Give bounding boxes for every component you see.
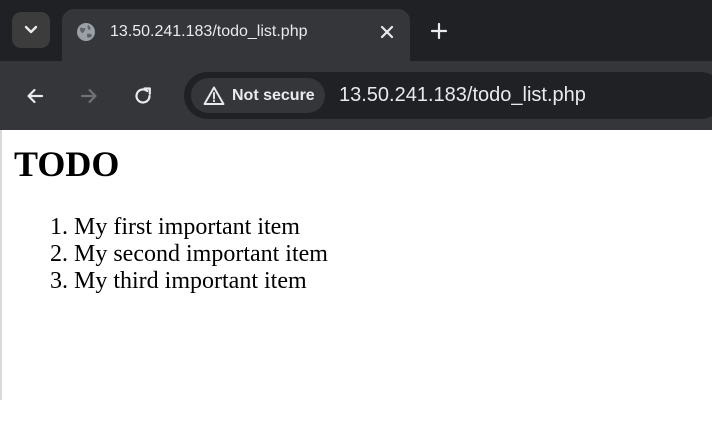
new-tab-button[interactable] [424,16,454,46]
tab-search-button[interactable] [12,12,50,48]
todo-item-2: My second important item [74,241,328,268]
browser-window: 13.50.241.183/todo_list.php Not secure 1… [0,0,712,438]
todo-item-3: My third important item [74,268,328,295]
forward-button[interactable] [72,79,106,113]
address-bar[interactable]: Not secure 13.50.241.183/todo_list.php [184,72,712,119]
globe-icon [76,22,96,42]
arrow-left-icon [25,86,45,106]
active-tab[interactable]: 13.50.241.183/todo_list.php [62,9,410,61]
page-title: TODO [14,144,120,184]
todo-list: My first important item My second import… [34,214,328,295]
url-text[interactable]: 13.50.241.183/todo_list.php [339,82,586,108]
reload-button[interactable] [126,79,160,113]
plus-icon [430,22,448,40]
tab-strip: 13.50.241.183/todo_list.php [0,0,712,61]
close-icon [380,25,394,39]
reload-icon [132,85,154,107]
tab-title: 13.50.241.183/todo_list.php [110,23,308,40]
security-indicator[interactable]: Not secure [191,78,325,113]
not-secure-label: Not secure [232,87,315,104]
page-content: TODO My first important item My second i… [0,130,712,438]
warning-icon [203,85,225,107]
close-tab-button[interactable] [374,19,400,45]
chevron-down-icon [24,25,38,35]
todo-item-1: My first important item [74,214,328,241]
arrow-right-icon [79,86,99,106]
browser-toolbar: Not secure 13.50.241.183/todo_list.php [0,61,712,130]
content-left-edge [0,130,2,400]
back-button[interactable] [18,79,52,113]
